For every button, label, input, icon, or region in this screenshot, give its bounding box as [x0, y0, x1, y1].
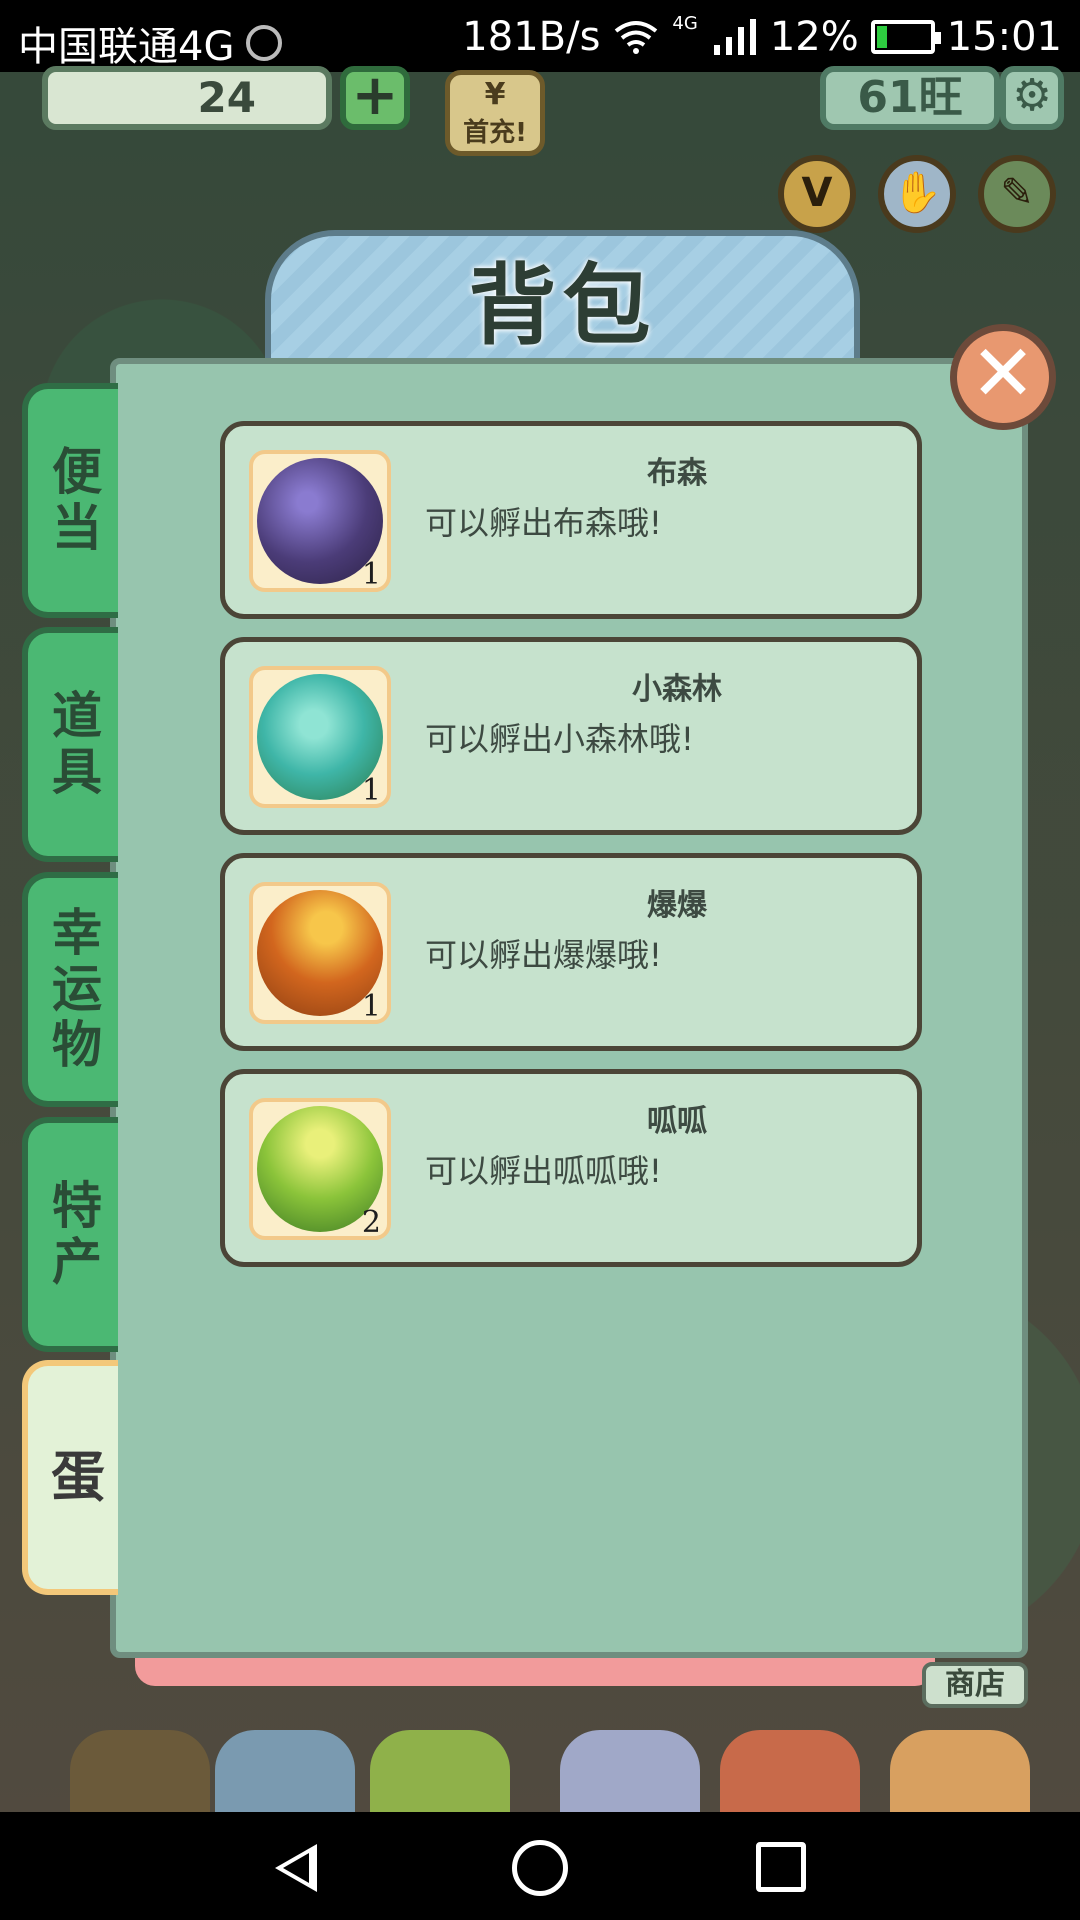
- item-quantity: 1: [361, 557, 381, 592]
- item-description: 可以孵出布森哦!: [425, 504, 662, 542]
- list-item[interactable]: 1 布森 可以孵出布森哦!: [220, 421, 922, 619]
- battery-percent: 12%: [769, 14, 859, 60]
- tab-specialty[interactable]: 特产: [22, 1117, 118, 1352]
- cat-icon[interactable]: [560, 1730, 700, 1812]
- back-icon[interactable]: [275, 1844, 317, 1892]
- item-quantity: 1: [361, 989, 381, 1024]
- carrier-label: 中国联通4G: [18, 24, 235, 70]
- first-charge-label: 首充!: [463, 118, 527, 148]
- item-thumbnail: 1: [249, 450, 391, 592]
- yen-icon: ¥: [484, 77, 506, 112]
- shop-button[interactable]: 商店: [922, 1662, 1028, 1708]
- signal-icon: [713, 19, 756, 55]
- tab-props[interactable]: 道具: [22, 627, 118, 862]
- network-speed: 181B/s: [462, 14, 601, 60]
- settings-gear-icon[interactable]: ⚙: [1000, 66, 1064, 130]
- status-bar: 中国联通4G 181B/s 4G 12% 15:01: [0, 0, 1080, 72]
- egg-icon[interactable]: [370, 1730, 510, 1812]
- bag-title: 背包: [468, 254, 657, 357]
- item-description: 可以孵出爆爆哦!: [425, 936, 662, 974]
- vip-icon[interactable]: V: [778, 155, 856, 233]
- home-icon[interactable]: [512, 1840, 568, 1896]
- item-quantity: 1: [361, 773, 381, 808]
- basket-icon[interactable]: [720, 1730, 860, 1812]
- tab-lucky[interactable]: 幸运物: [22, 872, 118, 1107]
- tab-egg[interactable]: 蛋: [22, 1360, 118, 1595]
- clock: 15:01: [946, 14, 1062, 60]
- list-item[interactable]: 2 呱呱 可以孵出呱呱哦!: [220, 1069, 922, 1267]
- first-charge-button[interactable]: ¥ 首充!: [445, 70, 545, 156]
- list-item[interactable]: 1 爆爆 可以孵出爆爆哦!: [220, 853, 922, 1051]
- coin-counter: 24: [42, 66, 332, 130]
- plus-icon: +: [351, 63, 399, 128]
- item-description: 可以孵出呱呱哦!: [425, 1152, 662, 1190]
- item-name: 布森: [647, 456, 707, 491]
- tab-bento[interactable]: 便当: [22, 383, 118, 618]
- item-thumbnail: 1: [249, 882, 391, 1024]
- network-type: 4G: [672, 12, 698, 34]
- recent-apps-icon[interactable]: [756, 1842, 806, 1892]
- system-nav-bar: [0, 1812, 1080, 1920]
- coin-value: 24: [197, 73, 256, 122]
- add-coin-button[interactable]: +: [340, 66, 410, 130]
- battery-icon: [870, 20, 941, 54]
- qq-icon: [246, 25, 283, 61]
- wang-counter: 61旺: [820, 66, 1000, 130]
- wang-value: 61旺: [857, 72, 963, 123]
- item-thumbnail: 2: [249, 1098, 391, 1240]
- close-icon: ✕: [970, 329, 1036, 419]
- store-icon[interactable]: [890, 1730, 1030, 1812]
- item-name: 爆爆: [647, 888, 707, 923]
- garden-icon[interactable]: [70, 1730, 210, 1812]
- hand-icon[interactable]: ✋: [878, 155, 956, 233]
- close-button[interactable]: ✕: [950, 324, 1056, 430]
- list-item[interactable]: 1 小森林 可以孵出小森林哦!: [220, 637, 922, 835]
- item-description: 可以孵出小森林哦!: [425, 720, 694, 758]
- book-icon[interactable]: [215, 1730, 355, 1812]
- item-quantity: 2: [361, 1205, 381, 1240]
- item-name: 小森林: [632, 672, 722, 707]
- wifi-icon: [615, 21, 658, 54]
- item-name: 呱呱: [647, 1104, 707, 1139]
- item-thumbnail: 1: [249, 666, 391, 808]
- leaf-icon[interactable]: ✎: [978, 155, 1056, 233]
